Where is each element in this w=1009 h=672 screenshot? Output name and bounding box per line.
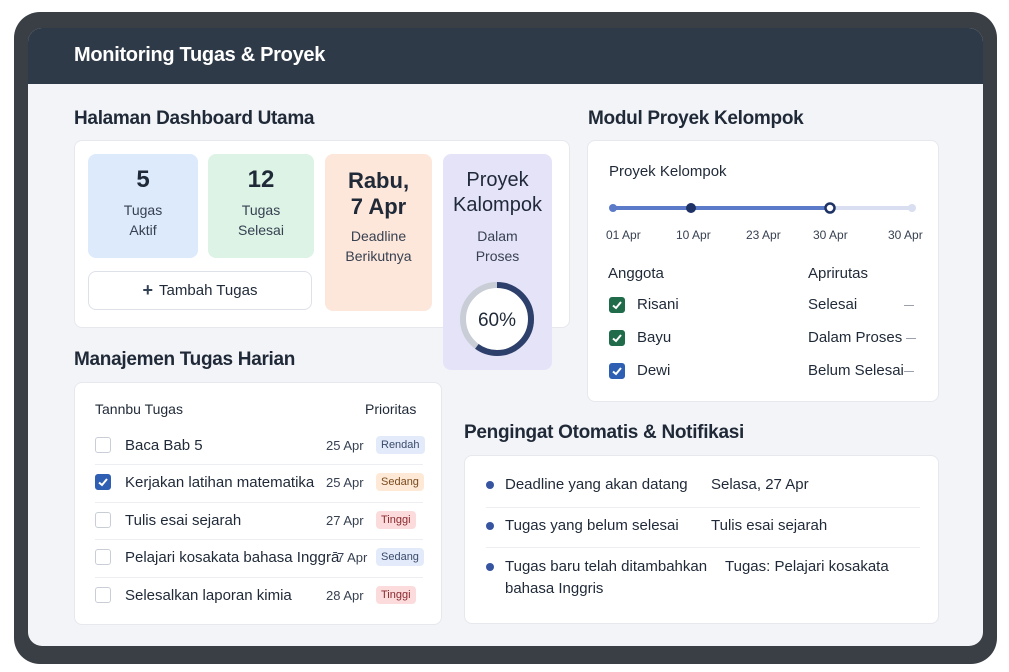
timeline-point[interactable]	[609, 204, 617, 212]
active-tasks-count: 5	[136, 166, 150, 193]
timeline-point[interactable]	[908, 204, 916, 212]
tasks-col-priority: Prioritas	[365, 401, 417, 417]
member-status: Belum Selesai	[808, 362, 904, 379]
row-divider	[95, 577, 423, 578]
row-divider	[486, 507, 920, 508]
done-tasks-tile[interactable]: 12 Tugas Selesai	[208, 154, 314, 258]
notifications-heading: Pengingat Otomatis & Notifikasi	[464, 422, 744, 443]
task-checkbox[interactable]	[95, 512, 111, 528]
priority-badge: Tinggi	[376, 511, 416, 529]
timeline-label: 30 Apr	[813, 228, 848, 242]
title-bar: Monitoring Tugas & Proyek	[28, 28, 983, 84]
project-tile-title-1: Proyek	[466, 169, 529, 191]
project-tile-status-1: Dalam	[477, 228, 518, 244]
task-name: Tulis esai sejarah	[125, 512, 242, 529]
dashboard-heading: Halaman Dashboard Utama	[74, 108, 315, 129]
deadline-tile[interactable]: Rabu, 7 Apr Deadline Berikutnya	[325, 154, 432, 311]
timeline-label: 30 Apr	[888, 228, 923, 242]
priority-badge: Rendah	[376, 436, 425, 454]
notification-value: Selasa, 27 Apr	[711, 476, 809, 493]
member-checkbox-checked[interactable]	[609, 363, 625, 379]
member-name: Risani	[637, 296, 679, 313]
task-name: Kerjakan latihan matematika	[125, 474, 315, 491]
done-tasks-label-2: Selesai	[238, 222, 284, 238]
task-name: Selesalkan laporan kimia	[125, 587, 292, 604]
member-status: Selesai	[808, 296, 858, 313]
bullet-icon	[486, 481, 494, 489]
notification-value: Tugas: Pelajari kosakata	[725, 558, 889, 575]
app-screen: Monitoring Tugas & Proyek Halaman Dashbo…	[28, 28, 983, 646]
timeline-point[interactable]	[686, 203, 696, 213]
project-timeline	[609, 202, 916, 214]
done-tasks-label-1: Tugas	[241, 202, 281, 218]
dash-icon	[904, 305, 914, 306]
tasks-col-task: Tannbu Tugas	[95, 401, 183, 417]
task-name: Baca Bab 5	[125, 437, 203, 454]
bullet-icon	[486, 522, 494, 530]
task-date: 28 Apr	[326, 588, 364, 603]
done-tasks-count: 12	[247, 166, 275, 193]
member-name: Bayu	[637, 329, 672, 346]
task-checkbox[interactable]	[95, 437, 111, 453]
check-icon	[612, 367, 622, 376]
member-checkbox-checked[interactable]	[609, 297, 625, 313]
timeline-label: 01 Apr	[606, 228, 641, 242]
notification-label-cont: bahasa Inggris	[505, 580, 604, 597]
member-name: Dewi	[637, 362, 671, 379]
row-divider	[95, 464, 423, 465]
project-card-title: Proyek Kelompok	[609, 163, 727, 180]
row-divider	[95, 502, 423, 503]
deadline-label-2: Berikutnya	[345, 248, 412, 264]
member-checkbox-checked[interactable]	[609, 330, 625, 346]
deadline-date: 7 Apr	[350, 194, 407, 219]
members-col-header: Anggota	[608, 265, 664, 282]
active-tasks-label-2: Aktif	[129, 222, 157, 238]
tasks-heading: Manajemen Tugas Harian	[74, 349, 296, 370]
notification-label: Tugas yang belum selesai	[505, 517, 679, 534]
timeline-label: 23 Apr	[746, 228, 781, 242]
dash-icon	[906, 338, 916, 339]
task-date: 27 Apr	[326, 513, 364, 528]
notification-value: Tulis esai sejarah	[711, 517, 828, 534]
check-icon	[612, 301, 622, 310]
priority-badge: Sedang	[376, 473, 424, 491]
timeline-label: 10 Apr	[676, 228, 711, 242]
project-tile[interactable]: Proyek Kalompok Dalam Proses 60%	[443, 154, 552, 370]
notification-label: Deadline yang akan datang	[505, 476, 688, 493]
row-divider	[486, 547, 920, 548]
project-heading: Modul Proyek Kelompok	[588, 108, 804, 129]
plus-icon: +	[142, 280, 154, 300]
priority-badge: Tinggi	[376, 586, 416, 604]
project-tile-title-2: Kalompok	[453, 194, 542, 216]
check-icon	[98, 478, 108, 487]
progress-ring: 60%	[460, 282, 534, 356]
notification-label: Tugas baru telah ditambahkan	[505, 558, 708, 575]
check-icon	[612, 334, 622, 343]
row-divider	[95, 539, 423, 540]
task-name: Pelajari kosakata bahasa Inggrā	[125, 549, 340, 566]
deadline-label-1: Deadline	[350, 228, 407, 244]
active-tasks-tile[interactable]: 5 Tugas Aktif	[88, 154, 198, 258]
deadline-day: Rabu,	[347, 168, 410, 193]
task-checkbox-checked[interactable]	[95, 474, 111, 490]
priority-badge: Sedang	[376, 548, 424, 566]
task-date: 7 Apr	[337, 550, 368, 565]
app-title: Monitoring Tugas & Proyek	[74, 44, 326, 66]
task-date: 25 Apr	[326, 438, 364, 453]
task-checkbox[interactable]	[95, 587, 111, 603]
active-tasks-label-1: Tugas	[123, 202, 163, 218]
progress-ring-label: 60%	[478, 310, 516, 331]
bullet-icon	[486, 563, 494, 571]
member-priority-col-header: Aprirutas	[808, 265, 869, 282]
project-tile-status-2: Proses	[475, 248, 520, 264]
task-date: 25 Apr	[326, 475, 364, 490]
add-task-button[interactable]: + Tambah Tugas	[88, 271, 312, 310]
add-task-label: Tambah Tugas	[159, 282, 258, 299]
dash-icon	[904, 371, 914, 372]
task-checkbox[interactable]	[95, 549, 111, 565]
member-status: Dalam Proses	[808, 329, 903, 346]
timeline-point[interactable]	[824, 202, 836, 214]
